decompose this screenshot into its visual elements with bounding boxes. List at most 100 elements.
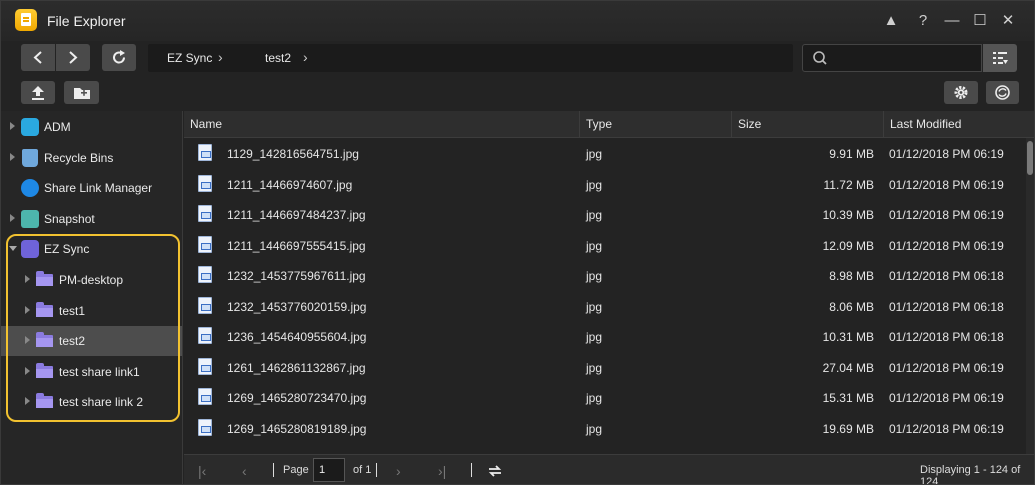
search-input[interactable] bbox=[831, 49, 976, 67]
file-type: jpg bbox=[586, 360, 603, 375]
maximize-icon[interactable]: ☐ bbox=[969, 11, 991, 31]
sidebar-item-share-link-manager[interactable]: Share Link Manager bbox=[1, 173, 182, 203]
first-page-icon[interactable]: |‹ bbox=[198, 463, 206, 479]
table-row[interactable]: 1211_1446697484237.jpg jpg 10.39 MB 01/12/2… bbox=[184, 199, 1024, 230]
table-row[interactable]: 1269_1465280723470.jpg jpg 15.31 MB 01/12/2… bbox=[184, 382, 1024, 413]
breadcrumb-ez-sync[interactable]: EZ Sync bbox=[167, 51, 212, 65]
image-file-icon bbox=[198, 327, 212, 344]
snapshot-icon bbox=[21, 210, 39, 228]
file-name: 1129_142816564751.jpg bbox=[227, 147, 359, 161]
file-type: jpg bbox=[586, 269, 603, 283]
divider bbox=[376, 463, 377, 477]
address-bar[interactable]: EZ Sync › test2 › bbox=[148, 44, 793, 72]
table-row[interactable]: 1232_1453775967611.jpg jpg 8.98 MB 01/12/20… bbox=[184, 260, 1024, 291]
table-row[interactable]: 1236_1454640955604.jpg jpg 10.31 MB 01/12/2… bbox=[184, 321, 1024, 352]
file-name: 1269_1465280723470.jpg bbox=[227, 391, 367, 405]
sidebar-item-test1[interactable]: test1 bbox=[1, 296, 182, 326]
file-modified: 01/12/2018 PM 06:19 bbox=[889, 421, 1004, 436]
table-row[interactable]: 1129_142816564751.jpg jpg 9.91 MB 01/12/201… bbox=[184, 138, 1024, 169]
chevron-left-icon bbox=[33, 51, 42, 64]
expand-arrow-icon[interactable] bbox=[10, 153, 15, 161]
window-title: File Explorer bbox=[47, 13, 126, 29]
table-row[interactable]: 1211_14466974607.jpg jpg 11.72 MB 01/12/201… bbox=[184, 169, 1024, 200]
file-name: 1261_1462861132867.jpg bbox=[227, 360, 366, 375]
divider bbox=[273, 463, 274, 477]
column-header-type[interactable]: Type bbox=[580, 111, 732, 138]
reload-icon[interactable] bbox=[486, 463, 504, 479]
page-number-input[interactable] bbox=[313, 458, 345, 482]
folder-icon bbox=[36, 393, 53, 408]
table-row[interactable]: 1269_1465280819189.jpg jpg 19.69 MB 01/12/2… bbox=[184, 413, 1024, 444]
forward-button[interactable] bbox=[56, 44, 90, 71]
file-modified: 01/12/2018 PM 06:18 bbox=[889, 269, 1004, 283]
table-row[interactable]: 1211_1446697555415.jpg jpg 12.09 MB 01/12/2… bbox=[184, 230, 1024, 261]
vertical-scrollbar[interactable] bbox=[1026, 138, 1034, 454]
previous-page-icon[interactable]: ‹ bbox=[242, 463, 247, 479]
breadcrumb-test2[interactable]: test2 bbox=[265, 51, 291, 65]
displaying-count: Displaying 1 - 124 of 124 bbox=[920, 464, 1021, 485]
sidebar-item-pm-desktop[interactable]: PM-desktop bbox=[1, 265, 182, 295]
file-name: 1211_14466974607.jpg bbox=[227, 177, 353, 192]
settings-button[interactable] bbox=[944, 81, 978, 104]
close-icon[interactable]: ✕ bbox=[997, 11, 1019, 31]
new-folder-icon bbox=[74, 88, 90, 99]
help-icon[interactable]: ? bbox=[912, 11, 934, 31]
file-type: jpg bbox=[586, 147, 603, 161]
adm-icon bbox=[21, 118, 39, 136]
collapse-arrow-icon[interactable] bbox=[9, 246, 17, 251]
file-name: 1211_1446697484237.jpg bbox=[227, 208, 366, 222]
file-modified: 01/12/2018 PM 06:19 bbox=[889, 360, 1004, 375]
file-name: 1236_1454640955604.jpg bbox=[227, 330, 367, 344]
file-type: jpg bbox=[586, 421, 603, 436]
expand-arrow-icon[interactable] bbox=[25, 397, 30, 405]
view-mode-button[interactable] bbox=[983, 44, 1017, 72]
file-size: 10.39 MB bbox=[822, 208, 874, 222]
file-size: 15.31 MB bbox=[822, 391, 874, 405]
expand-arrow-icon[interactable] bbox=[25, 367, 30, 375]
column-header-name[interactable]: Name bbox=[184, 111, 580, 138]
sidebar-item-label: test2 bbox=[59, 334, 86, 348]
image-file-icon bbox=[198, 418, 212, 436]
sidebar-item-recycle-bins[interactable]: Recycle Bins bbox=[1, 143, 182, 173]
scrollbar-thumb[interactable] bbox=[1027, 141, 1033, 175]
sidebar-item-test-share-link-2[interactable]: test share link 2 bbox=[1, 387, 182, 417]
sidebar-item-snapshot[interactable]: Snapshot bbox=[1, 204, 182, 234]
expand-arrow-icon[interactable] bbox=[10, 214, 15, 222]
sidebar-item-test-share-link1[interactable]: test share link1 bbox=[1, 357, 182, 387]
sidebar-item-test2[interactable]: test2 bbox=[1, 326, 182, 356]
file-modified: 01/12/2018 PM 06:19 bbox=[889, 177, 1004, 192]
expand-arrow-icon[interactable] bbox=[25, 306, 30, 314]
file-modified: 01/12/2018 PM 06:18 bbox=[889, 330, 1004, 344]
expand-arrow-icon[interactable] bbox=[25, 336, 30, 344]
image-file-icon bbox=[198, 357, 212, 375]
page-label: Page bbox=[283, 464, 309, 476]
file-type: jpg bbox=[586, 177, 603, 192]
refresh-button[interactable] bbox=[102, 44, 136, 71]
sidebar-item-ez-sync[interactable]: EZ Sync bbox=[1, 234, 182, 264]
table-row[interactable]: 1232_1453776020159.jpg jpg 8.06 MB 01/12/20… bbox=[184, 291, 1024, 322]
column-header-size[interactable]: Size bbox=[732, 111, 884, 138]
search-box[interactable] bbox=[802, 44, 982, 72]
table-row[interactable]: 1261_1462861132867.jpg jpg 27.04 MB 01/12/2… bbox=[184, 352, 1024, 383]
file-explorer-window: File Explorer ▲ ? — ☐ ✕ EZ Sync › test2 … bbox=[0, 0, 1035, 485]
expand-arrow-icon[interactable] bbox=[25, 275, 30, 283]
next-page-icon[interactable]: › bbox=[396, 463, 401, 479]
collapse-icon[interactable]: ▲ bbox=[880, 11, 902, 31]
new-folder-button[interactable] bbox=[64, 81, 99, 104]
sidebar-item-adm[interactable]: ADM bbox=[1, 112, 182, 142]
sidebar-item-label: Snapshot bbox=[44, 212, 95, 226]
last-page-icon[interactable]: ›| bbox=[438, 463, 446, 479]
column-header-last-modified[interactable]: Last Modified bbox=[884, 111, 1034, 138]
file-size: 27.04 MB bbox=[822, 360, 874, 375]
file-type: jpg bbox=[586, 330, 603, 344]
file-name: 1232_1453776020159.jpg bbox=[227, 299, 367, 314]
table-body: 1129_142816564751.jpg jpg 9.91 MB 01/12/201… bbox=[184, 138, 1024, 454]
sync-button[interactable] bbox=[986, 81, 1019, 104]
file-type: jpg bbox=[586, 299, 603, 314]
image-file-icon bbox=[198, 235, 212, 253]
upload-button[interactable] bbox=[21, 81, 55, 104]
pagination-bar: |‹ ‹ Page of 1 › ›| Displaying 1 - 124 o… bbox=[184, 454, 1034, 485]
expand-arrow-icon[interactable] bbox=[10, 122, 15, 130]
back-button[interactable] bbox=[21, 44, 55, 71]
minimize-icon[interactable]: — bbox=[941, 11, 963, 31]
